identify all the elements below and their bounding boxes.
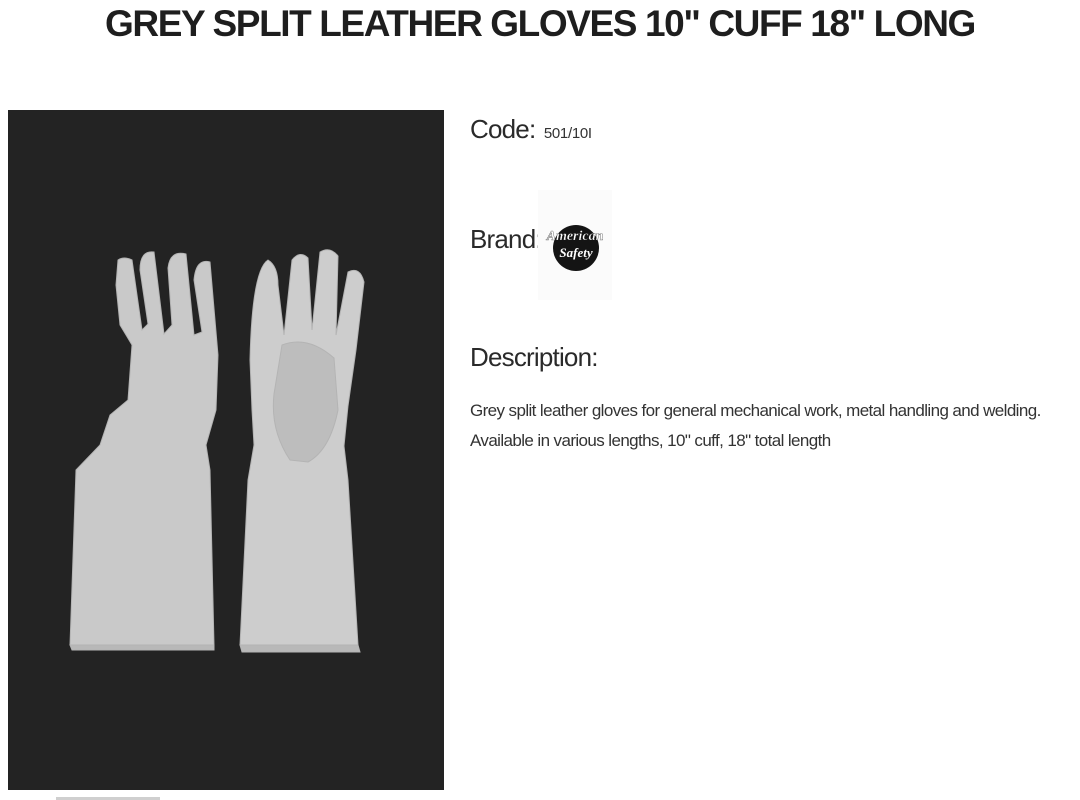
product-code: Code: 501/10I [470, 114, 592, 145]
product-brand: Brand: American Safety [470, 190, 770, 300]
description-text: Grey split leather gloves for general me… [470, 401, 1041, 450]
brand-logo-line2: Safety [559, 245, 592, 260]
product-page: GREY SPLIT LEATHER GLOVES 10" CUFF 18" L… [0, 0, 1080, 800]
code-value: 501/10I [543, 125, 592, 142]
glove-pair-illustration [8, 110, 444, 790]
page-title: GREY SPLIT LEATHER GLOVES 10" CUFF 18" L… [105, 3, 976, 44]
description-heading: Description: [470, 342, 598, 372]
code-label: Code: [470, 114, 536, 144]
brand-label: Brand: [470, 224, 543, 254]
brand-logo-line1: American [546, 229, 604, 244]
american-safety-logo[interactable]: American Safety [538, 190, 612, 300]
product-image[interactable] [8, 110, 444, 790]
